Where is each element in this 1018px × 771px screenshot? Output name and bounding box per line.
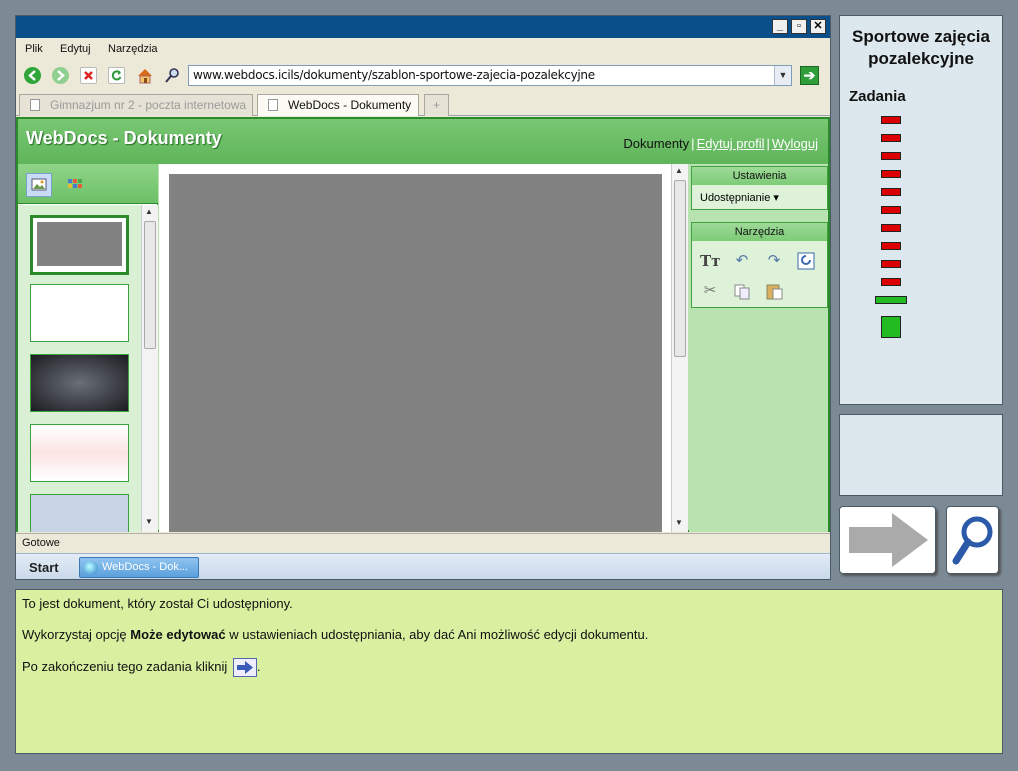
slide-thumbnail[interactable] <box>30 424 129 482</box>
instruction-text: . <box>256 658 261 674</box>
status-bar: Gotowe <box>16 533 830 553</box>
menu-file[interactable]: Plik <box>25 43 43 55</box>
navigation-bar: www.webdocs.icils/dokumenty/szablon-spor… <box>16 62 830 90</box>
refresh-doc-icon[interactable] <box>796 251 816 271</box>
task-marker-pending <box>881 188 901 196</box>
settings-box: Ustawienia Udostępnianie ▾ <box>691 166 828 210</box>
new-tab-button[interactable]: + <box>424 94 449 116</box>
tab-label: WebDocs - Dokumenty <box>288 98 412 112</box>
picture-view-icon[interactable] <box>26 173 52 197</box>
maximize-icon[interactable]: ▫ <box>791 19 807 34</box>
edit-profile-link[interactable]: Edytuj profil <box>697 136 765 151</box>
task-marker-pending <box>881 116 901 124</box>
tasks-label: Zadania <box>849 88 906 105</box>
address-bar[interactable]: www.webdocs.icils/dokumenty/szablon-spor… <box>188 65 792 86</box>
tools-header: Narzędzia <box>692 223 827 241</box>
tab-webdocs[interactable]: WebDocs - Dokumenty <box>257 94 419 116</box>
cut-icon[interactable]: ✂ <box>700 281 720 301</box>
browser-window: _ ▫ ✕ Plik Edytuj Narzędzia www.webdocs.… <box>15 15 831 580</box>
back-icon[interactable] <box>24 67 41 84</box>
settings-header: Ustawienia <box>692 167 827 185</box>
taskbar-item-webdocs[interactable]: WebDocs - Dok... <box>79 557 199 578</box>
task-marker-pending <box>881 242 901 250</box>
forward-icon[interactable] <box>52 67 69 84</box>
document-canvas: ▲ ▼ <box>159 164 688 532</box>
tasks-panel: Sportowe zajęcia pozalekcyjne Zadania <box>839 15 1003 405</box>
slides-scrollbar[interactable]: ▲ ▼ <box>141 205 158 532</box>
next-task-button[interactable] <box>839 506 936 574</box>
paste-icon[interactable] <box>764 281 784 301</box>
instruction-text: Po zakończeniu tego zadania kliknij <box>22 658 231 674</box>
slide-thumbnail[interactable] <box>30 494 129 532</box>
slides-toolbar <box>18 164 158 204</box>
info-panel <box>839 414 1003 496</box>
webdocs-app: WebDocs - Dokumenty Dokumenty | Edytuj pro… <box>16 117 830 532</box>
instruction-line-2: Wykorzystaj opcję Może edytować w ustawi… <box>22 627 996 643</box>
redo-icon[interactable]: ↷ <box>764 251 784 271</box>
document-page[interactable] <box>169 174 662 532</box>
task-marker-pending <box>881 134 901 142</box>
task-marker-current <box>875 296 907 304</box>
taskbar-item-label: WebDocs - Dok... <box>102 561 188 573</box>
tab-label: Gimnazjum nr 2 - poczta internetowa <box>50 98 247 112</box>
right-panel: Ustawienia Udostępnianie ▾ Narzędzia Tт … <box>689 164 828 532</box>
slide-thumbnail[interactable] <box>30 215 129 275</box>
window-titlebar: _ ▫ ✕ <box>16 16 830 38</box>
taskbar: Start WebDocs - Dok... <box>16 553 830 579</box>
minimize-icon[interactable]: _ <box>772 19 788 34</box>
slides-panel: ▲ ▼ <box>18 164 158 532</box>
arrow-right-icon <box>849 513 928 567</box>
copy-icon[interactable] <box>732 281 752 301</box>
task-marker-final <box>881 316 901 338</box>
slide-thumbnail[interactable] <box>30 284 129 342</box>
undo-icon[interactable]: ↶ <box>732 251 752 271</box>
documents-link[interactable]: Dokumenty <box>623 136 689 151</box>
page-icon <box>268 99 278 111</box>
address-dropdown-icon[interactable]: ▼ <box>774 66 791 85</box>
search-icon[interactable] <box>164 67 181 84</box>
menu-tools[interactable]: Narzędzia <box>108 43 158 55</box>
menu-edit[interactable]: Edytuj <box>60 43 91 55</box>
page-icon <box>30 99 40 111</box>
tab-mail[interactable]: Gimnazjum nr 2 - poczta internetowa <box>19 94 253 116</box>
instructions-panel: To jest dokument, który został Ci udostę… <box>15 589 1003 754</box>
start-button[interactable]: Start <box>29 560 59 575</box>
magnifier-icon <box>952 516 993 565</box>
close-icon[interactable]: ✕ <box>810 19 826 34</box>
slide-thumbnail[interactable] <box>30 354 129 412</box>
task-marker-pending <box>881 152 901 160</box>
task-marker-pending <box>881 170 901 178</box>
task-marker-pending <box>881 206 901 214</box>
instruction-text: Wykorzystaj opcję <box>22 627 131 642</box>
globe-icon <box>84 561 98 575</box>
logout-link[interactable]: Wyloguj <box>772 136 818 151</box>
inline-arrow-icon <box>232 658 257 677</box>
instruction-line-1: To jest dokument, który został Ci udostę… <box>22 596 293 611</box>
task-marker-pending <box>881 224 901 232</box>
refresh-icon[interactable] <box>108 67 125 84</box>
go-button[interactable]: ➔ <box>800 66 819 85</box>
task-marker-pending <box>881 260 901 268</box>
instruction-emphasis: Może edytować <box>130 627 226 642</box>
slide-thumbnails <box>18 205 141 532</box>
zoom-button[interactable] <box>946 506 999 574</box>
sharing-dropdown[interactable]: Udostępnianie ▾ <box>692 185 827 210</box>
text-format-icon[interactable]: Tт <box>700 251 720 271</box>
top-links: Dokumenty | Edytuj profil | Wyloguj <box>623 136 818 151</box>
canvas-scrollbar[interactable]: ▲ ▼ <box>671 164 688 532</box>
tab-bar: Gimnazjum nr 2 - poczta internetowa WebD… <box>16 93 830 116</box>
instruction-text: w ustawieniach udostępniania, aby dać An… <box>225 627 649 642</box>
tools-box: Narzędzia Tт ↶ ↷ ✂ <box>691 222 828 308</box>
grid-view-icon[interactable] <box>66 176 84 194</box>
app-header: WebDocs - Dokumenty Dokumenty | Edytuj pro… <box>18 119 828 164</box>
menu-bar: Plik Edytuj Narzędzia <box>16 38 830 60</box>
instruction-line-3: Po zakończeniu tego zadania kliknij . <box>22 658 996 677</box>
unit-title: Sportowe zajęcia pozalekcyjne <box>852 27 990 68</box>
stop-icon[interactable] <box>80 67 97 84</box>
home-icon[interactable] <box>136 67 153 84</box>
app-title: WebDocs - Dokumenty <box>26 128 222 148</box>
task-marker-pending <box>881 278 901 286</box>
